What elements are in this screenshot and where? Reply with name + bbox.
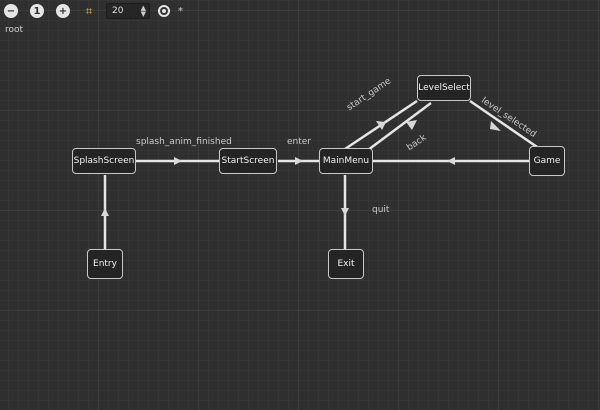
state-node-game[interactable]: Game xyxy=(529,146,565,176)
state-node-entry[interactable]: Entry xyxy=(87,249,123,279)
state-graph-canvas xyxy=(101,99,541,249)
state-node-levelselect[interactable]: LevelSelect xyxy=(417,75,471,101)
arrow-entry-to-splash xyxy=(101,208,109,216)
arrow-splash-to-start xyxy=(174,157,182,165)
state-node-exit[interactable]: Exit xyxy=(328,249,364,279)
arrow-mainmenu-to-exit xyxy=(341,208,349,216)
transition-label-enter: enter xyxy=(287,137,312,147)
state-node-splashscreen[interactable]: SplashScreen xyxy=(72,148,136,174)
state-node-mainmenu[interactable]: MainMenu xyxy=(319,148,373,174)
edge-levelselect-to-game[interactable] xyxy=(469,99,541,151)
state-node-startscreen[interactable]: StartScreen xyxy=(219,148,277,174)
transition-label-splash-anim-finished: splash_anim_finished xyxy=(136,137,232,147)
arrow-start-to-mainmenu xyxy=(295,157,303,165)
transition-label-quit: quit xyxy=(372,205,390,215)
arrow-game-to-mainmenu xyxy=(447,157,455,165)
